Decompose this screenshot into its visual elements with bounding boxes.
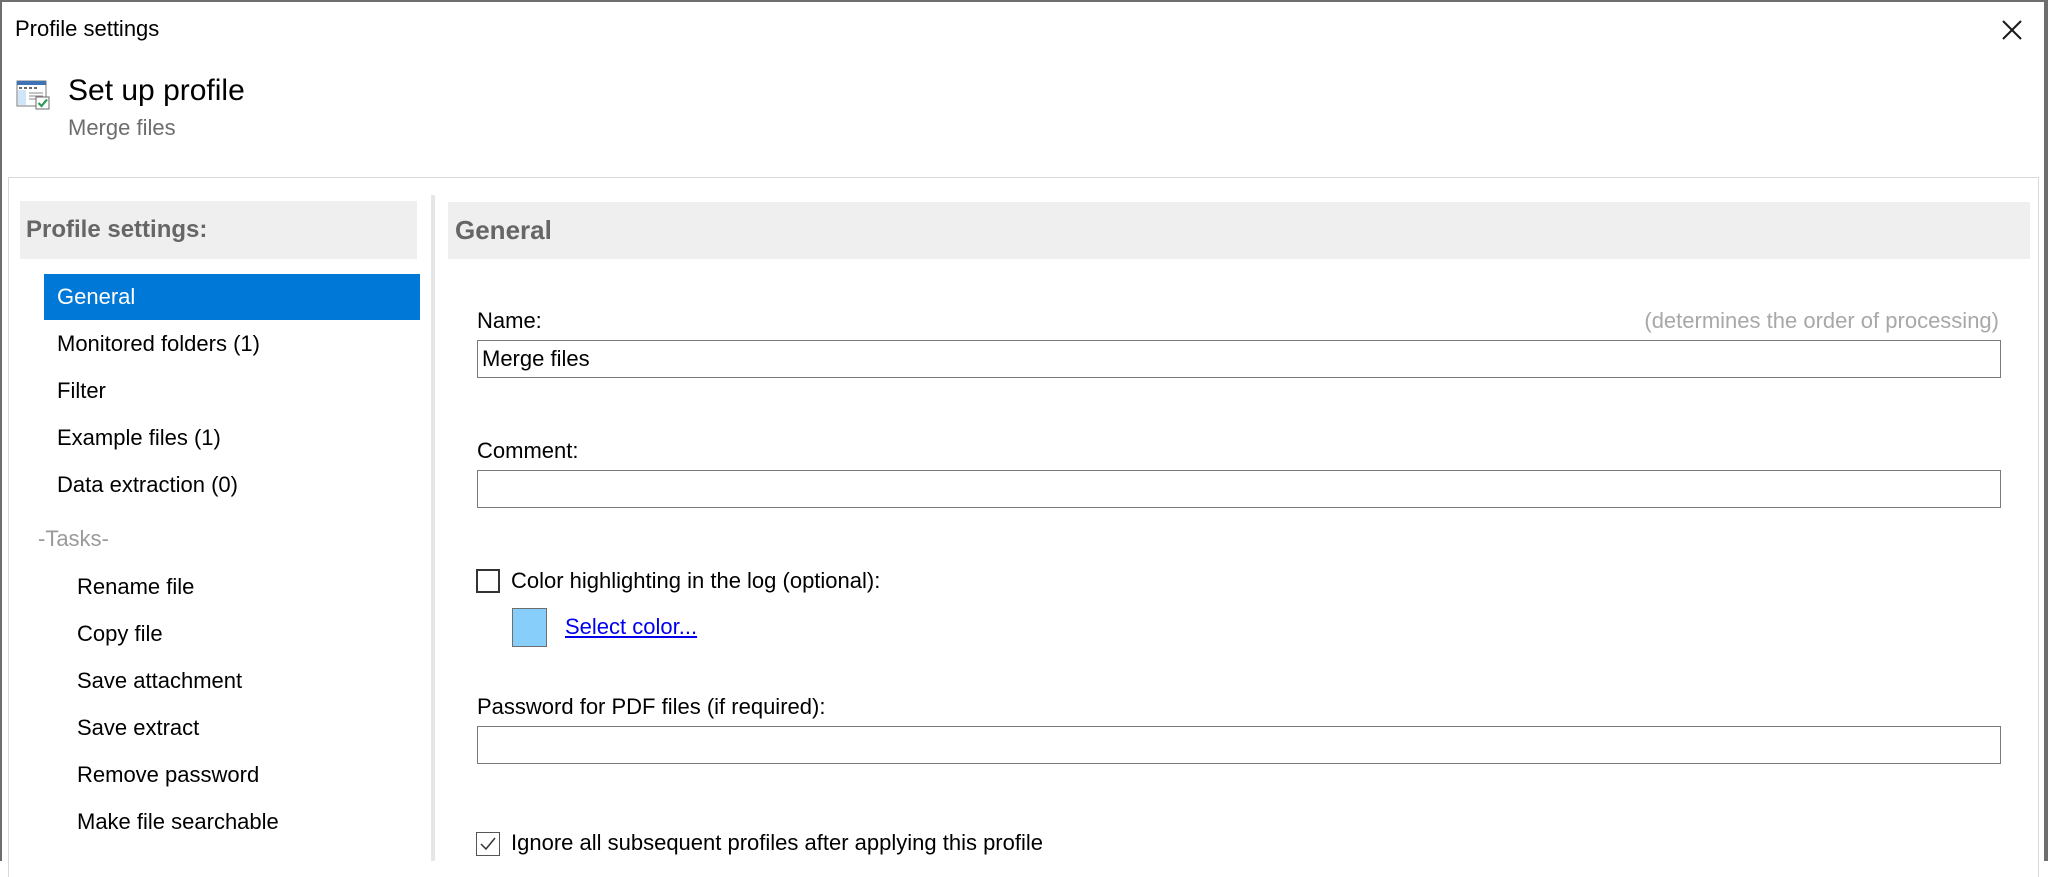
window-title: Profile settings (15, 16, 160, 41)
ignore-subsequent-checkbox[interactable] (476, 832, 500, 856)
sidebar-task-make-file-searchable[interactable]: Make file searchable (44, 799, 420, 845)
password-label: Password for PDF files (if required): (477, 694, 826, 719)
dialog-subtitle: Merge files (68, 115, 176, 140)
select-color-link[interactable]: Select color... (565, 614, 697, 640)
sidebar-heading: Profile settings: (20, 201, 417, 259)
color-highlight-checkbox[interactable] (476, 569, 500, 593)
sidebar-task-save-extract[interactable]: Save extract (44, 705, 420, 751)
sidebar-item-general[interactable]: General (44, 274, 420, 320)
dialog-title: Set up profile (68, 74, 245, 107)
name-label: Name: (477, 308, 542, 333)
tasks-separator: -Tasks- (38, 526, 109, 551)
sidebar-item-data-extraction[interactable]: Data extraction (0) (44, 462, 420, 508)
color-highlight-label: Color highlighting in the log (optional)… (511, 568, 881, 593)
sidebar-task-copy-file[interactable]: Copy file (44, 611, 420, 657)
panel-divider (431, 195, 435, 861)
comment-label: Comment: (477, 438, 579, 463)
color-swatch[interactable] (512, 608, 547, 647)
sidebar-task-save-attachment[interactable]: Save attachment (44, 658, 420, 704)
pdf-password-input[interactable] (477, 726, 2001, 764)
profile-window-check-icon (16, 80, 50, 110)
sidebar-task-remove-password[interactable]: Remove password (44, 752, 420, 798)
sidebar-item-monitored-folders[interactable]: Monitored folders (1) (44, 321, 420, 367)
sidebar-task-rename-file[interactable]: Rename file (44, 564, 420, 610)
sidebar-item-example-files[interactable]: Example files (1) (44, 415, 420, 461)
checkmark-icon (480, 837, 496, 851)
sidebar-item-filter[interactable]: Filter (44, 368, 420, 414)
name-hint: (determines the order of processing) (1644, 308, 1999, 333)
comment-input[interactable] (477, 470, 2001, 508)
close-x-icon (2002, 20, 2022, 40)
ignore-subsequent-label: Ignore all subsequent profiles after app… (511, 830, 1043, 855)
close-button[interactable] (1996, 14, 2028, 46)
name-input[interactable] (477, 340, 2001, 378)
section-heading: General (448, 202, 2030, 259)
